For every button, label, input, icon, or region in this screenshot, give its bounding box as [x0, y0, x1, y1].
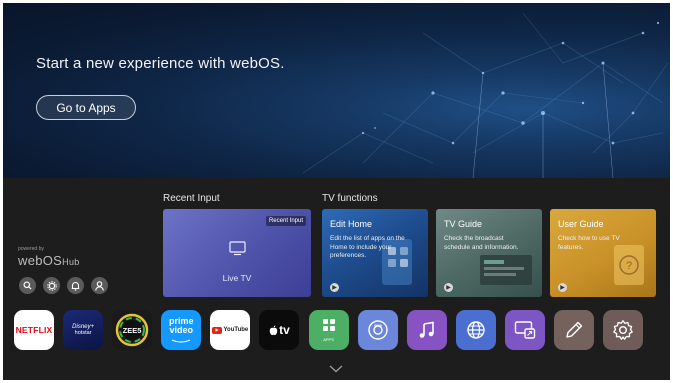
netflix-icon: NETFLIX [15, 325, 53, 335]
arrow-right-icon: ▶ [558, 283, 567, 292]
music-app-tile[interactable] [406, 310, 447, 350]
tv-guide-description-line: Check the broadcast [444, 235, 504, 242]
apps-app-tile[interactable]: APPS [308, 310, 349, 350]
apple-tv-app-tile[interactable]: tv [259, 310, 300, 350]
settings-icon[interactable] [43, 277, 60, 294]
disney-hotstar-icon: Disney+ hotstar [72, 324, 95, 336]
camera-icon [367, 320, 388, 340]
arrow-right-icon: ▶ [444, 283, 453, 292]
search-icon[interactable] [19, 277, 36, 294]
netflix-app-tile[interactable]: NETFLIX [14, 310, 54, 350]
screen-share-app-tile[interactable] [504, 310, 545, 350]
app-launcher-bar: NETFLIX Disney+ hotstar ZEE5 prime video [14, 310, 644, 350]
apps-grid-icon: APPS [322, 318, 335, 342]
edit-app-tile[interactable] [554, 310, 595, 350]
notification-bell-icon[interactable] [67, 277, 84, 294]
webos-hub-logo: powered by webOSHub [18, 246, 80, 268]
webos-name: webOS [18, 253, 63, 268]
edit-home-description-line: Edit the list of apps on the [330, 235, 405, 242]
live-tv-card[interactable]: Recent Input Live TV [163, 209, 311, 297]
settings-gear-icon [613, 320, 633, 340]
tv-guide-description: Check the broadcast schedule and informa… [444, 235, 518, 252]
hero-title: Start a new experience with webOS. [36, 55, 285, 72]
music-icon [419, 321, 434, 338]
tv-guide-description-line: schedule and information. [444, 243, 519, 251]
user-guide-card[interactable]: ? User Guide Check how to use TV feature… [550, 209, 656, 297]
tv-functions-section-label: TV functions [322, 193, 378, 204]
recent-input-section-label: Recent Input [163, 193, 220, 204]
disney-hotstar-app-tile[interactable]: Disney+ hotstar [63, 310, 104, 350]
settings-app-tile[interactable] [603, 310, 644, 350]
web-browser-app-tile[interactable] [455, 310, 496, 350]
chevron-down-icon[interactable] [329, 365, 343, 373]
edit-pencil-icon [566, 321, 583, 338]
live-tv-label: Live TV [222, 273, 252, 283]
edit-home-title: Edit Home [330, 219, 373, 229]
go-to-apps-button[interactable]: Go to Apps [36, 95, 136, 120]
edit-home-description-line: Home to include your [330, 243, 392, 251]
camera-app-tile[interactable] [357, 310, 398, 350]
youtube-icon: YouTube [212, 326, 248, 334]
zee5-app-tile[interactable]: ZEE5 [112, 310, 153, 350]
prime-video-icon: prime video [169, 316, 194, 344]
apps-label: APPS [323, 337, 334, 342]
hero-banner: Start a new experience with webOS. Go to… [3, 3, 670, 178]
network-background-graphic [302, 12, 669, 178]
svg-text:?: ? [626, 260, 632, 272]
tv-guide-card[interactable]: TV Guide Check the broadcast schedule an… [436, 209, 542, 297]
svg-text:ZEE5: ZEE5 [123, 326, 142, 335]
home-screen: Start a new experience with webOS. Go to… [3, 3, 670, 380]
account-icon[interactable] [91, 277, 108, 294]
user-guide-description-line: Check how to use TV [558, 235, 620, 242]
web-browser-icon [467, 321, 485, 339]
apple-tv-label: tv [279, 323, 290, 337]
quick-actions-bar [19, 277, 108, 294]
arrow-right-icon: ▶ [330, 283, 339, 292]
recent-input-badge: Recent Input [265, 216, 306, 226]
edit-home-card[interactable]: Edit Home Edit the list of apps on the H… [322, 209, 428, 297]
edit-home-description-line: preferences. [330, 252, 367, 259]
tv-monitor-icon [229, 241, 246, 256]
zee5-icon: ZEE5 [115, 313, 149, 347]
webos-hub-wordmark: webOSHub [18, 253, 80, 268]
apple-tv-icon: tv [269, 323, 290, 337]
youtube-app-tile[interactable]: YouTube [210, 310, 251, 350]
prime-video-app-tile[interactable]: prime video [161, 310, 202, 350]
user-guide-description-line: features. [558, 243, 584, 251]
tv-guide-title: TV Guide [444, 219, 483, 229]
screen-share-icon [514, 321, 536, 339]
tv-guide-illustration [480, 255, 532, 285]
user-guide-title: User Guide [558, 219, 604, 229]
hub-suffix: Hub [62, 257, 80, 267]
powered-by-label: powered by [18, 246, 44, 252]
user-guide-description: Check how to use TV features. [558, 235, 620, 252]
edit-home-description: Edit the list of apps on the Home to inc… [330, 235, 405, 261]
